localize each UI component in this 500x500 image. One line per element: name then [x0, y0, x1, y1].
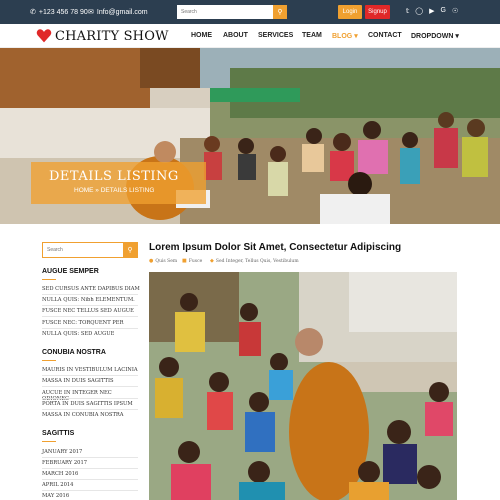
nav-blog-label: BLOG: [332, 33, 353, 40]
mail-icon: ✉: [88, 9, 94, 16]
nav-contact[interactable]: CONTACT: [368, 32, 402, 39]
sidebar-search-button[interactable]: ⚲: [123, 243, 137, 257]
sidebar-link[interactable]: SED CURSUS ANTE DAPIBUS DIAM: [42, 286, 140, 292]
archive-link[interactable]: MAY 2016: [42, 493, 69, 499]
divider: [42, 375, 138, 376]
nav-blog[interactable]: BLOG ▾: [332, 32, 358, 40]
google-icon[interactable]: G: [441, 7, 446, 15]
divider: [42, 409, 138, 410]
page-title: DETAILS LISTING: [49, 169, 179, 184]
hero-banner: DETAILS LISTING HOME » DETAILS LISTING: [0, 48, 500, 224]
post-title[interactable]: Lorem Ipsum Dolor Sit Amet, Consectetur …: [149, 242, 401, 253]
divider: [42, 457, 138, 458]
nav-dropdown[interactable]: DROPDOWN ▾: [411, 32, 459, 40]
brand-name: CHARITY SHOW: [55, 28, 169, 44]
top-search: ⚲: [177, 5, 287, 19]
phone-contact[interactable]: ✆ +123 456 78 90: [30, 8, 88, 17]
sidebar-heading-conubia: CONUBIA NOSTRA: [42, 349, 106, 361]
post-author[interactable]: ● Quis Sem: [149, 258, 177, 264]
divider: [42, 328, 138, 329]
user-icon: ●: [149, 258, 154, 264]
youtube-icon[interactable]: ▶: [429, 7, 434, 15]
twitter-icon[interactable]: 𝕥: [406, 7, 409, 15]
social-links: 𝕥 ◯ ▶ G ☉: [406, 7, 458, 15]
search-icon: ⚲: [277, 9, 283, 16]
main-navbar: CHARITY SHOW HOME ABOUT SERVICES TEAM BL…: [0, 24, 500, 48]
sidebar-search-input[interactable]: [43, 243, 124, 257]
dribbble-icon[interactable]: ☉: [452, 7, 458, 15]
divider: [42, 294, 138, 295]
nav-team[interactable]: TEAM: [302, 32, 322, 39]
archive-link[interactable]: MARCH 2016: [42, 471, 78, 477]
sidebar-link[interactable]: NULLA QUIS: Nibh ELEMENTUM.: [42, 297, 135, 303]
login-button[interactable]: Login: [338, 5, 362, 19]
post-author-name: Quis Sem: [155, 258, 178, 264]
post-image: [149, 272, 457, 500]
post-tags[interactable]: ◆ Sed Integer, Tellus Quis, Vestibulum: [210, 258, 299, 264]
sidebar-link[interactable]: MASSA IN CONUBIA NOSTRA: [42, 412, 124, 418]
email-contact[interactable]: ✉ Info@gmail.com: [88, 8, 148, 17]
caret-down-icon: ▾: [455, 33, 459, 40]
instagram-icon[interactable]: ◯: [415, 7, 423, 15]
top-bar: ✆ +123 456 78 90 ✉ Info@gmail.com ⚲ Logi…: [0, 0, 500, 24]
phone-icon: ✆: [30, 9, 36, 16]
nav-about[interactable]: ABOUT: [223, 32, 248, 39]
top-search-input[interactable]: [177, 5, 273, 19]
folder-icon: ■: [182, 258, 187, 264]
email-address: Info@gmail.com: [96, 8, 148, 16]
sidebar-link[interactable]: NULLA QUIS: SED AUGUE: [42, 331, 114, 337]
divider: [42, 490, 138, 491]
divider: [42, 479, 138, 480]
nav-dropdown-label: DROPDOWN: [411, 33, 454, 40]
signup-button[interactable]: Signup: [365, 5, 390, 19]
brand-logo[interactable]: CHARITY SHOW: [36, 28, 169, 44]
post-photo: [149, 272, 457, 500]
post-tags-list: Sed Integer, Tellus Quis, Vestibulum: [215, 258, 299, 264]
sidebar-heading-augue: AUGUE SEMPER: [42, 268, 99, 280]
divider: [42, 305, 138, 306]
search-icon: ⚲: [127, 247, 133, 254]
post-category[interactable]: ■ Fusce: [182, 258, 202, 264]
sidebar-link[interactable]: FUSCE NEC TELLUS SED AUGUE: [42, 308, 134, 314]
divider: [42, 316, 138, 317]
tag-icon: ◆: [210, 258, 214, 264]
divider: [42, 386, 138, 387]
divider: [42, 468, 138, 469]
nav-services[interactable]: SERVICES: [258, 32, 293, 39]
sidebar-link[interactable]: MAURIS IN VESTIBULUM LACINIA: [42, 367, 138, 373]
sidebar-heading-sagittis: SAGITTIS: [42, 430, 75, 442]
post-category-name: Fusce: [188, 258, 203, 264]
sidebar-link[interactable]: FUSCE NEC: TORQUENT PER: [42, 320, 123, 326]
archive-link[interactable]: JANUARY 2017: [42, 449, 82, 455]
archive-link[interactable]: APRIL 2014: [42, 482, 74, 488]
archive-link[interactable]: FEBRUARY 2017: [42, 460, 87, 466]
nav-home[interactable]: HOME: [191, 32, 212, 39]
breadcrumb[interactable]: HOME » DETAILS LISTING: [74, 187, 154, 194]
sidebar-search: ⚲: [42, 242, 138, 258]
sidebar-link[interactable]: PORTA IN DUIS SAGITTIS IPSUM: [42, 401, 133, 407]
sidebar-link[interactable]: MASSA IN DUIS SAGITTIS: [42, 378, 114, 384]
phone-number: +123 456 78 90: [38, 8, 88, 16]
top-search-button[interactable]: ⚲: [273, 5, 287, 19]
caret-down-icon: ▾: [354, 33, 358, 40]
heart-icon: [36, 29, 52, 43]
divider: [42, 398, 138, 399]
